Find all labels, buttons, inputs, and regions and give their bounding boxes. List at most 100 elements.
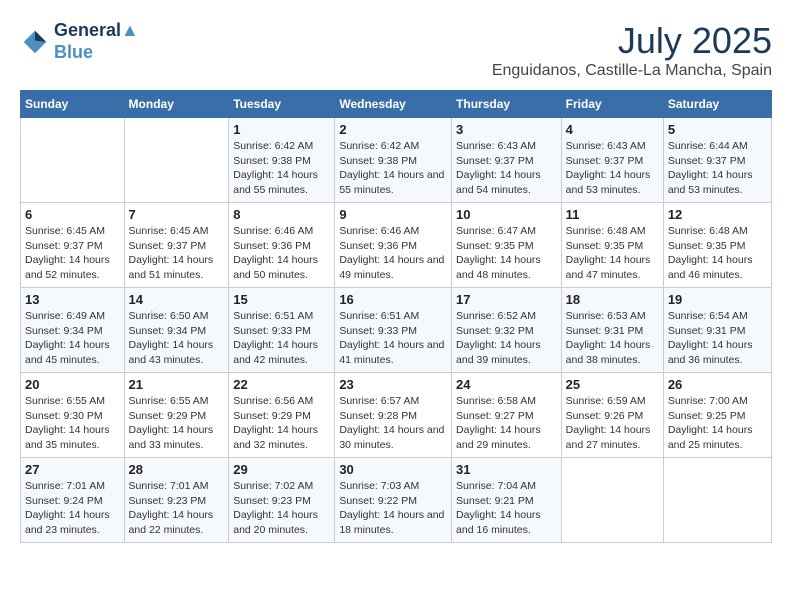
day-info: Sunrise: 6:44 AM Sunset: 9:37 PM Dayligh… <box>668 139 767 198</box>
day-info: Sunrise: 7:03 AM Sunset: 9:22 PM Dayligh… <box>339 479 447 538</box>
calendar-cell: 24 Sunrise: 6:58 AM Sunset: 9:27 PM Dayli… <box>452 373 562 458</box>
day-info: Sunrise: 6:52 AM Sunset: 9:32 PM Dayligh… <box>456 309 557 368</box>
day-info: Sunrise: 6:45 AM Sunset: 9:37 PM Dayligh… <box>25 224 120 283</box>
calendar-cell: 2 Sunrise: 6:42 AM Sunset: 9:38 PM Daylig… <box>335 118 452 203</box>
day-info: Sunrise: 6:50 AM Sunset: 9:34 PM Dayligh… <box>129 309 225 368</box>
day-info: Sunrise: 6:55 AM Sunset: 9:30 PM Dayligh… <box>25 394 120 453</box>
day-info: Sunrise: 6:42 AM Sunset: 9:38 PM Dayligh… <box>233 139 330 198</box>
calendar-cell: 7Sunrise: 6:45 AM Sunset: 9:37 PM Daylig… <box>124 203 229 288</box>
day-number: 20 <box>25 377 120 392</box>
calendar-cell: 30 Sunrise: 7:03 AM Sunset: 9:22 PM Dayli… <box>335 458 452 543</box>
day-info: Sunrise: 6:42 AM Sunset: 9:38 PM Dayligh… <box>339 139 447 198</box>
calendar-cell: 26 Sunrise: 7:00 AM Sunset: 9:25 PM Dayli… <box>663 373 771 458</box>
col-header-saturday: Saturday <box>663 91 771 118</box>
day-info: Sunrise: 6:49 AM Sunset: 9:34 PM Dayligh… <box>25 309 120 368</box>
calendar-cell: 10 Sunrise: 6:47 AM Sunset: 9:35 PM Dayli… <box>452 203 562 288</box>
day-number: 4 <box>566 122 659 137</box>
col-header-monday: Monday <box>124 91 229 118</box>
col-header-tuesday: Tuesday <box>229 91 335 118</box>
day-number: 11 <box>566 207 659 222</box>
day-number: 9 <box>339 207 447 222</box>
week-row-5: 27Sunrise: 7:01 AM Sunset: 9:24 PM Dayli… <box>21 458 772 543</box>
col-header-sunday: Sunday <box>21 91 125 118</box>
calendar-cell: 22 Sunrise: 6:56 AM Sunset: 9:29 PM Dayli… <box>229 373 335 458</box>
day-number: 28 <box>129 462 225 477</box>
day-info: Sunrise: 6:56 AM Sunset: 9:29 PM Dayligh… <box>233 394 330 453</box>
day-info: Sunrise: 6:48 AM Sunset: 9:35 PM Dayligh… <box>566 224 659 283</box>
calendar-cell: 27Sunrise: 7:01 AM Sunset: 9:24 PM Dayli… <box>21 458 125 543</box>
calendar-cell: 9Sunrise: 6:46 AM Sunset: 9:36 PM Daylig… <box>335 203 452 288</box>
calendar-cell: 20 Sunrise: 6:55 AM Sunset: 9:30 PM Dayli… <box>21 373 125 458</box>
calendar-cell <box>663 458 771 543</box>
week-row-4: 20 Sunrise: 6:55 AM Sunset: 9:30 PM Dayli… <box>21 373 772 458</box>
week-row-3: 13 Sunrise: 6:49 AM Sunset: 9:34 PM Dayli… <box>21 288 772 373</box>
day-number: 5 <box>668 122 767 137</box>
day-info: Sunrise: 6:55 AM Sunset: 9:29 PM Dayligh… <box>129 394 225 453</box>
calendar-cell: 8Sunrise: 6:46 AM Sunset: 9:36 PM Daylig… <box>229 203 335 288</box>
day-number: 23 <box>339 377 447 392</box>
day-number: 24 <box>456 377 557 392</box>
col-header-wednesday: Wednesday <box>335 91 452 118</box>
calendar-cell: 11 Sunrise: 6:48 AM Sunset: 9:35 PM Dayli… <box>561 203 663 288</box>
calendar-cell: 1 Sunrise: 6:42 AM Sunset: 9:38 PM Daylig… <box>229 118 335 203</box>
calendar-cell <box>561 458 663 543</box>
calendar-cell: 14 Sunrise: 6:50 AM Sunset: 9:34 PM Dayli… <box>124 288 229 373</box>
day-number: 30 <box>339 462 447 477</box>
day-info: Sunrise: 6:54 AM Sunset: 9:31 PM Dayligh… <box>668 309 767 368</box>
calendar-cell: 21 Sunrise: 6:55 AM Sunset: 9:29 PM Dayli… <box>124 373 229 458</box>
day-info: Sunrise: 6:59 AM Sunset: 9:26 PM Dayligh… <box>566 394 659 453</box>
calendar-cell: 23Sunrise: 6:57 AM Sunset: 9:28 PM Dayli… <box>335 373 452 458</box>
day-number: 14 <box>129 292 225 307</box>
calendar-cell: 29 Sunrise: 7:02 AM Sunset: 9:23 PM Dayli… <box>229 458 335 543</box>
logo-text: General▲ Blue <box>54 20 139 63</box>
calendar-table: SundayMondayTuesdayWednesdayThursdayFrid… <box>20 90 772 543</box>
logo-icon <box>20 27 50 57</box>
calendar-cell <box>124 118 229 203</box>
day-number: 18 <box>566 292 659 307</box>
calendar-cell: 4 Sunrise: 6:43 AM Sunset: 9:37 PM Daylig… <box>561 118 663 203</box>
calendar-cell: 5 Sunrise: 6:44 AM Sunset: 9:37 PM Daylig… <box>663 118 771 203</box>
day-number: 29 <box>233 462 330 477</box>
subtitle: Enguidanos, Castille-La Mancha, Spain <box>492 62 772 80</box>
calendar-cell: 3Sunrise: 6:43 AM Sunset: 9:37 PM Daylig… <box>452 118 562 203</box>
day-number: 19 <box>668 292 767 307</box>
day-info: Sunrise: 6:43 AM Sunset: 9:37 PM Dayligh… <box>566 139 659 198</box>
day-info: Sunrise: 6:58 AM Sunset: 9:27 PM Dayligh… <box>456 394 557 453</box>
day-info: Sunrise: 7:02 AM Sunset: 9:23 PM Dayligh… <box>233 479 330 538</box>
day-number: 1 <box>233 122 330 137</box>
day-number: 21 <box>129 377 225 392</box>
day-number: 12 <box>668 207 767 222</box>
day-info: Sunrise: 6:48 AM Sunset: 9:35 PM Dayligh… <box>668 224 767 283</box>
day-number: 25 <box>566 377 659 392</box>
day-number: 2 <box>339 122 447 137</box>
day-number: 22 <box>233 377 330 392</box>
calendar-cell: 6 Sunrise: 6:45 AM Sunset: 9:37 PM Daylig… <box>21 203 125 288</box>
title-section: July 2025 Enguidanos, Castille-La Mancha… <box>492 20 772 80</box>
day-info: Sunrise: 7:00 AM Sunset: 9:25 PM Dayligh… <box>668 394 767 453</box>
col-header-friday: Friday <box>561 91 663 118</box>
day-info: Sunrise: 6:45 AM Sunset: 9:37 PM Dayligh… <box>129 224 225 283</box>
calendar-cell: 25 Sunrise: 6:59 AM Sunset: 9:26 PM Dayli… <box>561 373 663 458</box>
calendar-cell <box>21 118 125 203</box>
day-number: 16 <box>339 292 447 307</box>
day-number: 13 <box>25 292 120 307</box>
day-number: 6 <box>25 207 120 222</box>
day-info: Sunrise: 6:51 AM Sunset: 9:33 PM Dayligh… <box>339 309 447 368</box>
day-info: Sunrise: 6:47 AM Sunset: 9:35 PM Dayligh… <box>456 224 557 283</box>
main-title: July 2025 <box>492 20 772 62</box>
day-number: 31 <box>456 462 557 477</box>
day-number: 10 <box>456 207 557 222</box>
week-row-1: 1 Sunrise: 6:42 AM Sunset: 9:38 PM Daylig… <box>21 118 772 203</box>
day-info: Sunrise: 7:01 AM Sunset: 9:23 PM Dayligh… <box>129 479 225 538</box>
day-number: 26 <box>668 377 767 392</box>
day-number: 3 <box>456 122 557 137</box>
calendar-cell: 19 Sunrise: 6:54 AM Sunset: 9:31 PM Dayli… <box>663 288 771 373</box>
day-info: Sunrise: 6:46 AM Sunset: 9:36 PM Dayligh… <box>233 224 330 283</box>
calendar-cell: 12 Sunrise: 6:48 AM Sunset: 9:35 PM Dayli… <box>663 203 771 288</box>
calendar-cell: 15 Sunrise: 6:51 AM Sunset: 9:33 PM Dayli… <box>229 288 335 373</box>
calendar-cell: 16 Sunrise: 6:51 AM Sunset: 9:33 PM Dayli… <box>335 288 452 373</box>
day-number: 15 <box>233 292 330 307</box>
page-header: General▲ Blue July 2025 Enguidanos, Cast… <box>20 20 772 80</box>
day-info: Sunrise: 6:51 AM Sunset: 9:33 PM Dayligh… <box>233 309 330 368</box>
week-row-2: 6 Sunrise: 6:45 AM Sunset: 9:37 PM Daylig… <box>21 203 772 288</box>
